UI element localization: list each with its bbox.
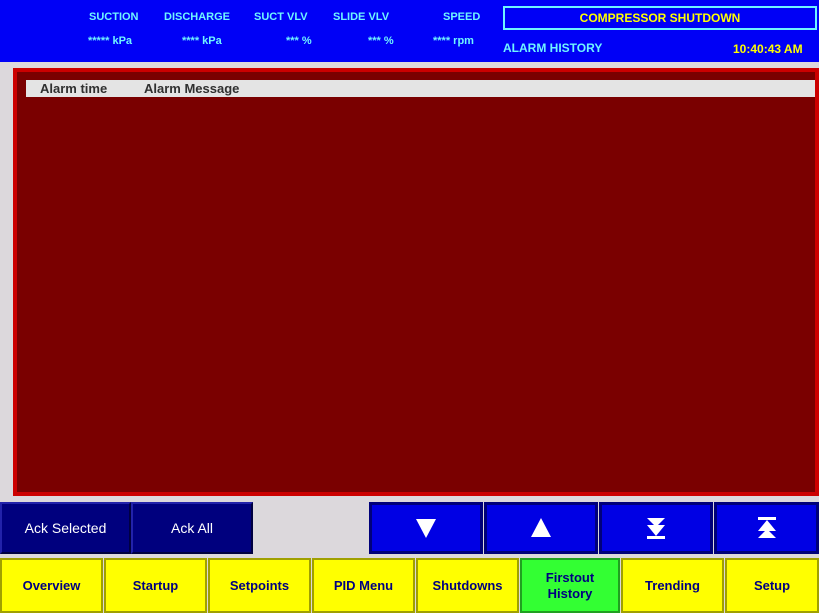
compressor-status-box: COMPRESSOR SHUTDOWN [503,6,817,30]
slide-valve-value: *** % [368,35,394,47]
discharge-value: **** kPa [182,35,222,47]
column-alarm-message[interactable]: Alarm Message [144,81,239,96]
nav-shutdowns-button[interactable]: Shutdowns [416,558,519,613]
speed-label: SPEED [443,11,481,23]
compressor-status-text: COMPRESSOR SHUTDOWN [579,11,741,25]
arrow-up-icon [531,518,551,537]
page-down-icon [647,518,665,539]
column-alarm-time[interactable]: Alarm time [40,81,107,96]
nav-setpoints-button[interactable]: Setpoints [208,558,311,613]
nav-trending-button[interactable]: Trending [621,558,724,613]
header-bar: SUCTION DISCHARGE SUCT VLV SLIDE VLV SPE… [0,0,819,62]
nav-firstout-history-button[interactable]: Firstout History [520,558,620,613]
arrow-down-icon [416,519,436,538]
screen-title: ALARM HISTORY [503,41,603,55]
nav-shutdowns-label: Shutdowns [432,577,503,593]
nav-startup-button[interactable]: Startup [104,558,207,613]
ack-all-label: Ack All [170,520,213,536]
nav-pid-menu-label: PID Menu [333,577,394,593]
page-down-button[interactable] [599,502,713,554]
nav-overview-button[interactable]: Overview [0,558,103,613]
page-up-button[interactable] [714,502,819,554]
alarm-history-panel[interactable]: Alarm time Alarm Message [13,68,819,496]
ack-all-button[interactable]: Ack All [131,502,253,554]
speed-value: **** rpm [433,35,474,47]
suction-valve-label: SUCT VLV [254,11,308,23]
ack-selected-label: Ack Selected [24,520,107,536]
discharge-label: DISCHARGE [164,11,231,23]
nav-firstout-history-label: Firstout History [545,569,595,601]
nav-setup-button[interactable]: Setup [725,558,819,613]
alarm-table-header: Alarm time Alarm Message [26,80,815,97]
nav-trending-label: Trending [645,577,700,593]
ack-selected-button[interactable]: Ack Selected [0,502,131,554]
page-up-icon [757,517,776,538]
suction-valve-value: *** % [286,35,312,47]
nav-pid-menu-button[interactable]: PID Menu [312,558,415,613]
nav-overview-label: Overview [22,577,81,593]
suction-value: ***** kPa [88,35,133,47]
nav-setup-label: Setup [753,577,791,593]
scroll-down-button[interactable] [369,502,483,554]
nav-startup-label: Startup [132,577,179,593]
nav-setpoints-label: Setpoints [229,577,290,593]
slide-valve-label: SLIDE VLV [333,11,390,23]
scroll-up-button[interactable] [484,502,598,554]
suction-label: SUCTION [89,11,139,23]
clock: 10:40:43 AM [733,42,803,56]
